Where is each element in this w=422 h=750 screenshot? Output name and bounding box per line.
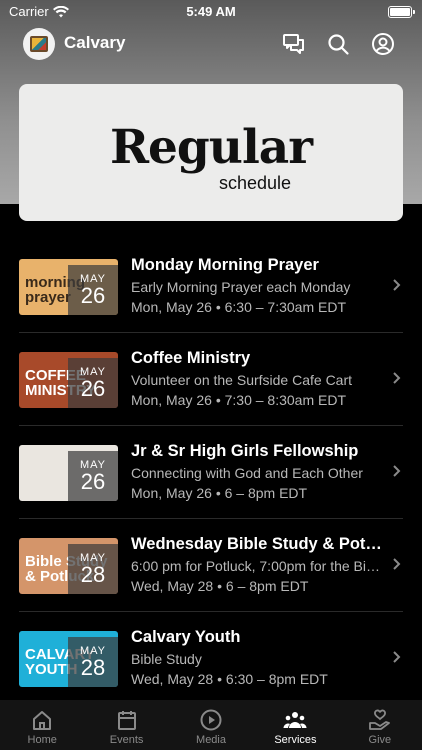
- event-time: Mon, May 26 • 6:30 – 7:30am EDT: [131, 299, 347, 315]
- event-thumbnail: MAY 26: [19, 445, 118, 501]
- event-title: Wednesday Bible Study & Potluck: [131, 535, 386, 553]
- tab-home[interactable]: Home: [0, 700, 84, 750]
- date-badge: MAY 28: [68, 637, 118, 687]
- event-row[interactable]: COFFEE MINISTRY MAY 26 Coffee Ministry V…: [19, 333, 403, 426]
- event-subtitle: Connecting with God and Each Other: [131, 465, 363, 481]
- event-thumbnail: morning prayer MAY 26: [19, 259, 118, 315]
- date-day: 26: [80, 376, 106, 401]
- church-logo[interactable]: [23, 28, 55, 60]
- event-time: Mon, May 26 • 6 – 8pm EDT: [131, 485, 308, 501]
- event-info: Wednesday Bible Study & Potluck 6:00 pm …: [131, 535, 386, 594]
- status-bar: Carrier 5:49 AM: [0, 0, 422, 24]
- event-row[interactable]: morning prayer MAY 26 Monday Morning Pra…: [19, 240, 403, 333]
- tab-label: Give: [368, 734, 392, 746]
- event-info: Jr & Sr High Girls Fellowship Connecting…: [131, 442, 386, 501]
- tab-services[interactable]: Services: [253, 700, 337, 750]
- tab-label: Services: [274, 734, 317, 746]
- date-day: 28: [80, 562, 106, 587]
- home-icon: [33, 711, 52, 730]
- event-row[interactable]: CALVARY YOUTH MAY 28 Calvary Youth Bible…: [19, 612, 403, 705]
- event-thumbnail: CALVARY YOUTH MAY 28: [19, 631, 118, 687]
- tab-media[interactable]: Media: [169, 700, 253, 750]
- date-day: 26: [80, 469, 106, 494]
- chevron-right-icon: [393, 651, 401, 663]
- logo-icon: [30, 36, 48, 52]
- date-badge: MAY 26: [68, 265, 118, 315]
- tab-bar: Home Events Media Services Give: [0, 700, 422, 750]
- event-subtitle: 6:00 pm for Potluck, 7:00pm for the Bibl…: [131, 558, 386, 574]
- schedule-banner[interactable]: Regular schedule: [19, 84, 403, 221]
- account-icon[interactable]: [371, 32, 395, 56]
- tab-label: Media: [196, 734, 226, 746]
- chat-icon[interactable]: [282, 32, 306, 56]
- date-badge: MAY 28: [68, 544, 118, 594]
- chevron-right-icon: [393, 372, 401, 384]
- event-subtitle: Early Morning Prayer each Monday: [131, 279, 351, 295]
- date-badge: MAY 26: [68, 451, 118, 501]
- event-info: Coffee Ministry Volunteer on the Surfsid…: [131, 349, 386, 408]
- event-info: Calvary Youth Bible Study Wed, May 28 • …: [131, 628, 386, 687]
- event-title: Monday Morning Prayer: [131, 256, 319, 274]
- tab-label: Events: [109, 734, 144, 746]
- event-title: Coffee Ministry: [131, 349, 251, 367]
- event-title: Calvary Youth: [131, 628, 241, 646]
- banner-title: Regular: [109, 120, 313, 175]
- event-row[interactable]: Bible Study & Potluck MAY 28 Wednesday B…: [19, 519, 403, 612]
- date-badge: MAY 26: [68, 358, 118, 408]
- tab-give[interactable]: Give: [338, 700, 422, 750]
- event-thumbnail: Bible Study & Potluck MAY 28: [19, 538, 118, 594]
- play-icon: [200, 709, 222, 731]
- tab-label: Home: [27, 734, 57, 746]
- event-time: Wed, May 28 • 6:30 – 8pm EDT: [131, 671, 328, 687]
- search-icon[interactable]: [326, 32, 350, 56]
- app-screen: Carrier 5:49 AM Calvary Regular schedule…: [0, 0, 422, 750]
- event-title: Jr & Sr High Girls Fellowship: [131, 442, 359, 460]
- chevron-right-icon: [393, 558, 401, 570]
- app-title: Calvary: [64, 33, 126, 52]
- chevron-right-icon: [393, 279, 401, 291]
- event-time: Wed, May 28 • 6 – 8pm EDT: [131, 578, 309, 594]
- tab-events[interactable]: Events: [84, 700, 168, 750]
- people-icon: [283, 712, 307, 728]
- event-list: morning prayer MAY 26 Monday Morning Pra…: [0, 240, 422, 705]
- date-day: 28: [80, 655, 106, 680]
- date-day: 26: [80, 283, 106, 308]
- give-icon: [368, 709, 390, 730]
- battery-icon: [388, 6, 415, 18]
- calendar-icon: [117, 711, 136, 730]
- chevron-right-icon: [393, 465, 401, 477]
- top-nav: Calvary: [0, 26, 422, 62]
- event-info: Monday Morning Prayer Early Morning Pray…: [131, 256, 386, 315]
- event-row[interactable]: MAY 26 Jr & Sr High Girls Fellowship Con…: [19, 426, 403, 519]
- event-time: Mon, May 26 • 7:30 – 8:30am EDT: [131, 392, 347, 408]
- event-subtitle: Bible Study: [131, 651, 202, 667]
- clock: 5:49 AM: [186, 4, 236, 19]
- banner-subtitle: schedule: [219, 173, 292, 193]
- event-thumbnail: COFFEE MINISTRY MAY 26: [19, 352, 118, 408]
- event-subtitle: Volunteer on the Surfside Cafe Cart: [131, 372, 353, 388]
